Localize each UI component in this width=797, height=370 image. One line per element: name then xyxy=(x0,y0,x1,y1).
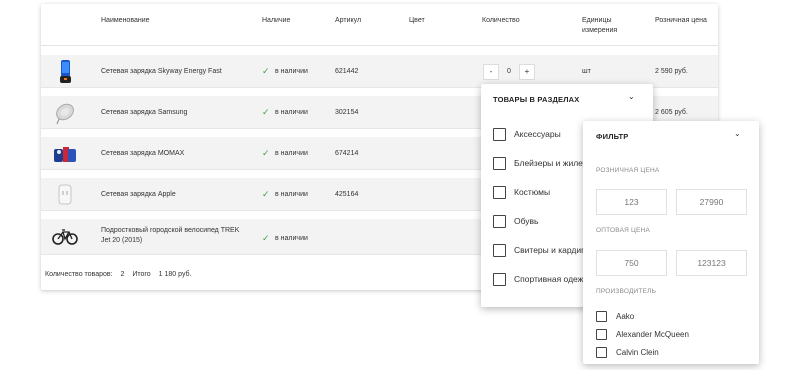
white-adapter-image xyxy=(58,184,72,205)
product-sku: 425164 xyxy=(335,191,359,198)
sections-panel-title[interactable]: ТОВАРЫ В РАЗДЕЛАХ xyxy=(493,95,580,104)
product-name-line2: Jet 20 (2015) xyxy=(101,237,143,244)
availability-status: в наличии xyxy=(275,109,308,116)
quantity-stepper: - 0 + xyxy=(483,63,535,81)
header-availability: Наличие xyxy=(262,17,291,24)
brand-option[interactable]: Alexander McQueen xyxy=(596,328,689,340)
quantity-value[interactable]: 0 xyxy=(499,64,519,80)
header-price: Розничная цена xyxy=(655,17,707,24)
section-option[interactable]: Аксессуары xyxy=(493,127,561,141)
availability-status: в наличии xyxy=(275,150,308,157)
product-sku: 621442 xyxy=(335,68,359,75)
product-name[interactable]: Сетевая зарядка Skyway Energy Fast xyxy=(101,67,222,77)
chevron-down-icon[interactable]: ⌄ xyxy=(734,129,741,138)
product-price: 2 590 руб. xyxy=(655,68,688,75)
wireless-charger-image xyxy=(56,103,74,125)
section-option[interactable]: Обувь xyxy=(493,214,539,228)
product-price: 2 605 руб. xyxy=(655,109,688,116)
checkbox[interactable] xyxy=(596,346,607,358)
charger-bundle-image xyxy=(54,147,76,162)
brand-label: Alexander McQueen xyxy=(616,329,689,339)
count-value: 2 xyxy=(120,271,125,278)
section-option[interactable]: Блейзеры и жилеты xyxy=(493,156,593,170)
checkbox[interactable] xyxy=(493,272,506,286)
product-name[interactable]: Подростковый городской велосипед TREK Je… xyxy=(101,226,239,246)
brand-option[interactable]: Calvin Clein xyxy=(596,346,659,358)
checkbox[interactable] xyxy=(596,310,607,322)
header-sku: Артикул xyxy=(335,17,362,24)
availability-status: в наличии xyxy=(275,68,308,75)
blue-phone-charger-image xyxy=(60,60,71,83)
header-color: Цвет xyxy=(409,17,425,24)
header-units-line2: измерения xyxy=(582,27,618,34)
checkbox[interactable] xyxy=(493,243,506,257)
wholesale-price-max-input[interactable]: 123123 xyxy=(676,250,747,276)
brand-option[interactable]: Aako xyxy=(596,310,634,322)
increment-button[interactable]: + xyxy=(519,64,535,80)
product-sku: 674214 xyxy=(335,150,359,157)
product-name-line1: Подростковый городской велосипед TREK xyxy=(101,227,240,234)
product-units: шт xyxy=(582,68,591,75)
checkbox[interactable] xyxy=(596,328,607,340)
brand-label: Calvin Clein xyxy=(616,347,659,357)
header-units-line1: Единицы xyxy=(582,17,612,24)
checkbox[interactable] xyxy=(493,127,506,141)
checkmark-icon: ✓ xyxy=(262,66,270,76)
decrement-button[interactable]: - xyxy=(483,64,499,80)
section-label: Блейзеры и жилеты xyxy=(514,158,593,168)
header-name: Наименование xyxy=(101,17,150,24)
table-header: Наименование Наличие Артикул Цвет Количе… xyxy=(41,4,718,46)
product-name[interactable]: Сетевая зарядка MOMAX xyxy=(101,149,184,159)
retail-price-min-input[interactable]: 123 xyxy=(596,189,667,215)
bicycle-image xyxy=(52,229,78,245)
section-label: Спортивная одежда xyxy=(514,274,594,284)
product-sku: 302154 xyxy=(335,109,359,116)
checkbox[interactable] xyxy=(493,185,506,199)
checkmark-icon: ✓ xyxy=(262,148,270,158)
checkbox[interactable] xyxy=(493,156,506,170)
total-value: 1 180 руб. xyxy=(158,271,192,278)
section-option[interactable]: Костюмы xyxy=(493,185,550,199)
wholesale-price-min-input[interactable]: 750 xyxy=(596,250,667,276)
product-name[interactable]: Сетевая зарядка Samsung xyxy=(101,108,187,118)
checkbox[interactable] xyxy=(493,214,506,228)
section-option[interactable]: Спортивная одежда xyxy=(493,272,593,286)
header-quantity: Количество xyxy=(482,17,520,24)
header-units: Единицы измерения xyxy=(582,16,617,36)
chevron-down-icon[interactable]: ⌄ xyxy=(628,92,635,101)
checkmark-icon: ✓ xyxy=(262,189,270,199)
filter-title[interactable]: ФИЛЬТР xyxy=(596,132,628,141)
retail-price-max-input[interactable]: 27990 xyxy=(676,189,747,215)
section-label: Костюмы xyxy=(514,187,551,197)
retail-price-label: РОЗНИЧНАЯ ЦЕНА xyxy=(596,167,660,174)
brand-label: Aako xyxy=(616,311,635,321)
availability-status: в наличии xyxy=(275,235,308,242)
total-label: Итого xyxy=(132,271,151,278)
wholesale-price-label: ОПТОВАЯ ЦЕНА xyxy=(596,227,650,234)
section-label: Обувь xyxy=(514,216,539,226)
count-label: Количество товаров: xyxy=(45,271,113,278)
filter-panel: ФИЛЬТР ⌄ РОЗНИЧНАЯ ЦЕНА 123 27990 ОПТОВА… xyxy=(583,121,759,364)
section-label: Аксессуары xyxy=(514,129,561,139)
checkmark-icon: ✓ xyxy=(262,107,270,117)
manufacturer-label: ПРОИЗВОДИТЕЛЬ xyxy=(596,288,657,295)
checkmark-icon: ✓ xyxy=(262,233,270,243)
product-name[interactable]: Сетевая зарядка Apple xyxy=(101,190,176,200)
availability-status: в наличии xyxy=(275,191,308,198)
